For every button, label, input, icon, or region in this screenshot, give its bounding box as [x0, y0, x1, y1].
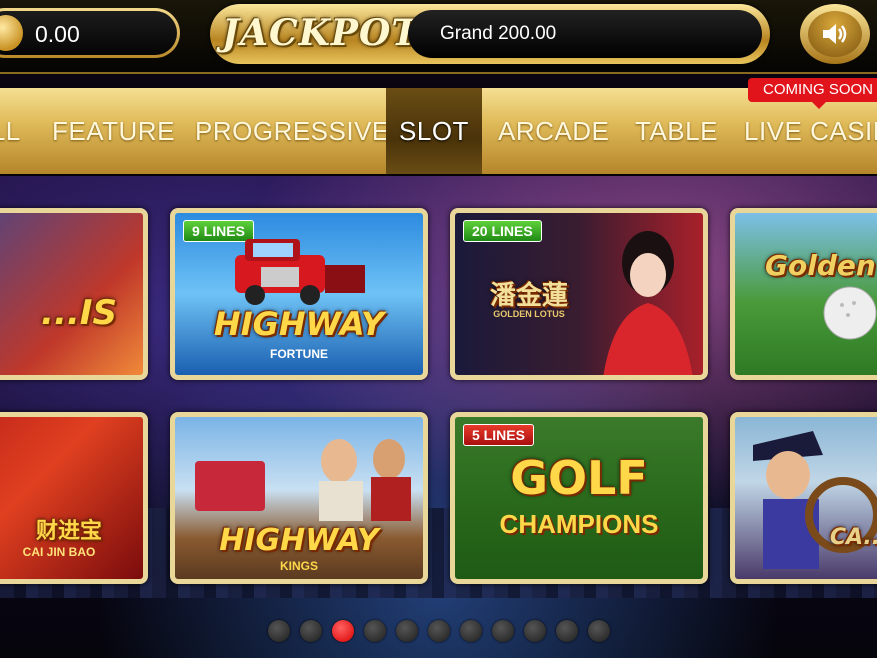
page-dot[interactable]	[364, 620, 386, 642]
balance-display: 0.00	[0, 8, 180, 58]
sound-button[interactable]	[800, 4, 870, 64]
page-dot[interactable]	[492, 620, 514, 642]
jackpot-value: Grand 200.00	[440, 23, 557, 44]
golf-ball-icon	[823, 286, 877, 340]
game-title: HIGHWAY	[213, 305, 385, 343]
page-dot[interactable]	[268, 620, 290, 642]
tab-feature[interactable]: FEATURE	[52, 88, 175, 174]
page-dot[interactable]	[396, 620, 418, 642]
page-dot[interactable]	[460, 620, 482, 642]
game-title: 财进宝	[35, 519, 102, 544]
page-dot[interactable]	[588, 620, 610, 642]
page-dot[interactable]	[300, 620, 322, 642]
tab-label: ARCADE	[498, 115, 610, 146]
game-title: Golden T...	[765, 249, 877, 282]
page-dot[interactable]	[556, 620, 578, 642]
game-tile[interactable]: 5 LINES GOLF CHAMPIONS	[450, 412, 708, 584]
truck-drivers-image	[195, 439, 411, 521]
game-tile[interactable]: ...IS	[0, 208, 148, 380]
game-title: ...IS	[41, 293, 117, 333]
lines-badge: 20 LINES	[463, 220, 542, 242]
game-tile[interactable]: HIGHWAY KINGS	[170, 412, 428, 584]
jackpot-logo: JACKPOT	[222, 12, 420, 54]
game-tile[interactable]: 财进宝 CAI JIN BAO	[0, 412, 148, 584]
character-image	[603, 231, 693, 375]
category-nav: ALL FEATURE PROGRESSIVE SLOT ARCADE TABL…	[0, 88, 877, 174]
tab-arcade[interactable]: ARCADE	[498, 88, 609, 174]
game-title: CA... TRE...	[829, 525, 877, 550]
game-tile[interactable]: 20 LINES 潘金蓮 GOLDEN LOTUS	[450, 208, 708, 380]
coin-icon	[0, 15, 23, 51]
truck-icon	[235, 239, 365, 305]
tab-slot[interactable]: SLOT	[386, 88, 482, 174]
game-subtitle: CHAMPIONS	[499, 509, 659, 539]
tab-all[interactable]: ALL	[0, 88, 43, 174]
tab-label: FEATURE	[52, 115, 175, 146]
tab-label: LIVE CASINO	[744, 115, 877, 146]
pirate-image	[753, 431, 877, 569]
game-title: HIGHWAY	[219, 523, 379, 558]
game-tile[interactable]: 9 LINES HIGHWAY FORTUNE	[170, 208, 428, 380]
jackpot-banner: JACKPOT Grand 200.00	[210, 4, 770, 64]
speaker-icon	[823, 24, 847, 44]
game-subtitle: CAI JIN BAO	[22, 545, 96, 559]
page-dot-active[interactable]	[332, 620, 354, 642]
lines-badge: 5 LINES	[463, 424, 534, 446]
tab-label: ALL	[0, 115, 21, 146]
coming-soon-badge: COMING SOON	[748, 78, 877, 109]
tab-progressive[interactable]: PROGRESSIVE	[195, 88, 390, 174]
game-area: ...IS 9 LINES HIGHWAY FORTUNE 20 LINES 潘…	[0, 176, 877, 658]
pagination	[268, 620, 610, 642]
game-title: GOLF	[510, 451, 648, 505]
balance-value: 0.00	[35, 21, 80, 47]
game-subtitle: KINGS	[279, 559, 318, 573]
page-dot[interactable]	[428, 620, 450, 642]
tab-label: TABLE	[635, 115, 718, 146]
jackpot-display: Grand 200.00	[408, 10, 762, 58]
game-tile[interactable]: CA... TRE...	[730, 412, 877, 584]
tab-table[interactable]: TABLE	[635, 88, 718, 174]
page-dot[interactable]	[524, 620, 546, 642]
game-subtitle: FORTUNE	[270, 347, 328, 361]
tab-label: PROGRESSIVE	[195, 115, 390, 146]
top-bar: 0.00 JACKPOT Grand 200.00	[0, 0, 877, 74]
tab-label: SLOT	[399, 115, 469, 146]
game-tile[interactable]: Golden T...	[730, 208, 877, 380]
